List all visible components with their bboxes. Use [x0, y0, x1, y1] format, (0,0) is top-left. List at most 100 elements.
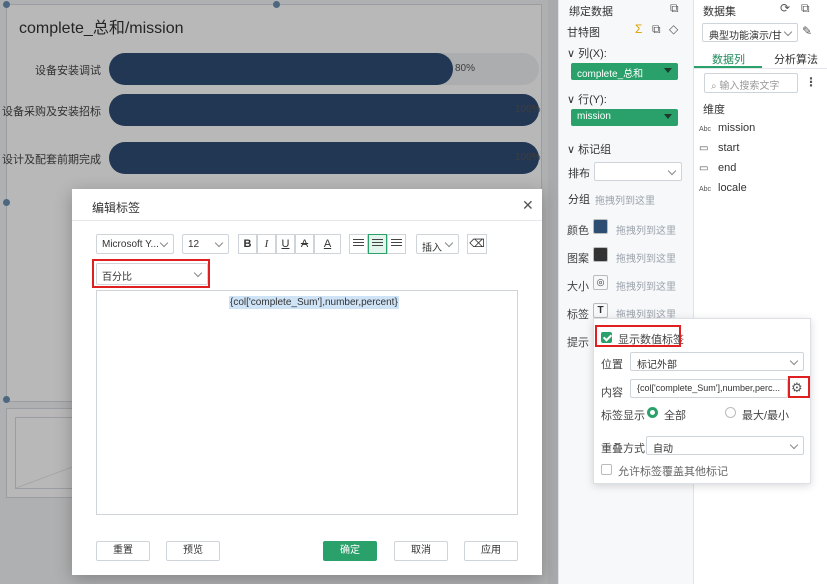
- align-center-icon: [372, 239, 383, 248]
- chart-type-label: 甘特图: [567, 27, 600, 39]
- reset-button[interactable]: 重置: [96, 541, 150, 561]
- maxmin-radio[interactable]: [725, 407, 736, 418]
- position-value: 标记外部: [637, 360, 677, 371]
- marks-title: 标记组: [578, 144, 612, 156]
- dimension-label: 维度: [703, 104, 725, 116]
- field-name: locale: [718, 182, 747, 194]
- cancel-button[interactable]: 取消: [394, 541, 448, 561]
- align-left-button[interactable]: [349, 234, 368, 254]
- highlight-box: [788, 376, 810, 398]
- italic-button[interactable]: I: [257, 234, 276, 254]
- label-editor[interactable]: {col['complete_Sum'],number,percent}: [96, 290, 518, 515]
- preview-button[interactable]: 预览: [166, 541, 220, 561]
- more-icon[interactable]: ⋮: [805, 75, 817, 89]
- font-size-select[interactable]: 12: [182, 234, 229, 254]
- position-select[interactable]: 标记外部: [630, 352, 804, 371]
- dataset-config-icon[interactable]: ⧉: [801, 1, 810, 16]
- columns-label: ∨ 列(X):: [567, 48, 607, 60]
- label-row-label: 标签: [567, 309, 589, 321]
- field-name: start: [718, 142, 740, 154]
- chevron-down-icon[interactable]: [664, 68, 672, 73]
- tab-analysis[interactable]: 分析算法: [774, 51, 818, 67]
- all-radio[interactable]: [647, 407, 658, 418]
- tip-row-label: 提示: [567, 337, 589, 349]
- underline-button[interactable]: U: [276, 234, 295, 254]
- chevron-down-icon: [159, 238, 169, 248]
- group-drop-zone[interactable]: 拖拽列到这里: [595, 192, 655, 207]
- chevron-down-icon: [214, 238, 224, 248]
- clear-icon[interactable]: ◇: [669, 22, 678, 36]
- dataset-panel: 数据集 ⟳ ⧉ 典型功能演示/甘 ✎ 数据列 分析算法 ⌕ 输入搜索文字 ⋮ 维…: [693, 0, 827, 584]
- chevron-down-icon: [783, 27, 793, 37]
- pattern-swatch[interactable]: [593, 247, 608, 262]
- dialog-title: 编辑标签: [92, 201, 141, 215]
- content-value: {col['complete_Sum'],number,perc...: [637, 383, 781, 393]
- arrange-select[interactable]: [594, 162, 682, 181]
- columns-chip[interactable]: complete_总和: [571, 63, 678, 80]
- calendar-icon: ▭: [699, 163, 709, 174]
- label-display-label: 标签显示: [601, 410, 645, 422]
- allow-overlap-checkbox[interactable]: [601, 464, 612, 475]
- content-field[interactable]: {col['complete_Sum'],number,perc...: [630, 379, 788, 398]
- search-placeholder: 输入搜索文字: [719, 81, 780, 92]
- highlight-box: [92, 259, 210, 288]
- align-right-icon: [391, 239, 402, 248]
- field-item-end[interactable]: ▭ end: [699, 162, 736, 174]
- pattern-drop-zone[interactable]: 拖拽列到这里: [616, 250, 676, 265]
- calendar-icon: ▭: [699, 143, 709, 154]
- apply-button[interactable]: 应用: [464, 541, 518, 561]
- size-drop-zone[interactable]: 拖拽列到这里: [616, 278, 676, 293]
- chevron-down-icon: [789, 440, 799, 450]
- color-drop-zone[interactable]: 拖拽列到这里: [616, 222, 676, 237]
- sum-icon[interactable]: Σ: [635, 22, 642, 36]
- rows-label: ∨ 行(Y):: [567, 94, 607, 106]
- color-row-label: 颜色: [567, 225, 589, 237]
- group-label: 分组: [568, 194, 590, 206]
- font-size-value: 12: [188, 239, 200, 250]
- align-left-icon: [353, 239, 364, 248]
- ok-button[interactable]: 确定: [323, 541, 377, 561]
- field-item-mission[interactable]: Abc mission: [699, 122, 755, 134]
- field-search-input[interactable]: ⌕ 输入搜索文字: [704, 73, 798, 93]
- strikethrough-button[interactable]: A: [295, 234, 314, 254]
- marks-label: ∨ 标记组: [567, 144, 612, 156]
- panel-title: 绑定数据: [569, 6, 613, 18]
- chevron-down-icon[interactable]: [664, 114, 672, 119]
- font-color-button[interactable]: A: [314, 234, 341, 254]
- align-center-button[interactable]: [368, 234, 387, 254]
- rows-chip[interactable]: mission: [571, 109, 678, 126]
- editor-content[interactable]: {col['complete_Sum'],number,percent}: [229, 296, 399, 309]
- divider: [72, 220, 542, 221]
- chevron-down-icon: [667, 166, 677, 176]
- text-label-icon[interactable]: T: [593, 303, 608, 318]
- refresh-icon[interactable]: ⟳: [780, 1, 790, 15]
- size-icon[interactable]: ◎: [593, 275, 608, 290]
- close-icon[interactable]: ✕: [522, 197, 534, 214]
- modal-overlay[interactable]: [548, 0, 558, 584]
- pattern-row-label: 图案: [567, 253, 589, 265]
- content-label: 内容: [601, 387, 623, 399]
- expand-icon[interactable]: ⧉: [670, 1, 679, 16]
- size-row-label: 大小: [567, 281, 589, 293]
- tab-divider: [694, 68, 827, 69]
- overlap-value: 自动: [653, 444, 673, 455]
- overlap-select[interactable]: 自动: [646, 436, 804, 455]
- rows-title: 行(Y):: [578, 94, 607, 106]
- field-item-locale[interactable]: Abc locale: [699, 182, 747, 194]
- insert-select[interactable]: 插入: [416, 234, 459, 254]
- field-item-start[interactable]: ▭ start: [699, 142, 739, 154]
- chevron-down-icon: [789, 356, 799, 366]
- edit-icon[interactable]: ✎: [802, 24, 812, 38]
- font-family-select[interactable]: Microsoft Y...: [96, 234, 174, 254]
- dataset-select[interactable]: 典型功能演示/甘: [702, 23, 798, 42]
- all-radio-label: 全部: [664, 410, 686, 422]
- clear-format-button[interactable]: ⌫: [467, 234, 487, 254]
- insert-label: 插入: [422, 243, 442, 254]
- color-swatch[interactable]: [593, 219, 608, 234]
- sort-icon[interactable]: ⧉: [652, 22, 661, 37]
- align-right-button[interactable]: [387, 234, 406, 254]
- tab-fields[interactable]: 数据列: [712, 51, 745, 67]
- arrange-label: 排布: [568, 168, 590, 180]
- bold-button[interactable]: B: [238, 234, 257, 254]
- rows-chip-label: mission: [577, 111, 611, 122]
